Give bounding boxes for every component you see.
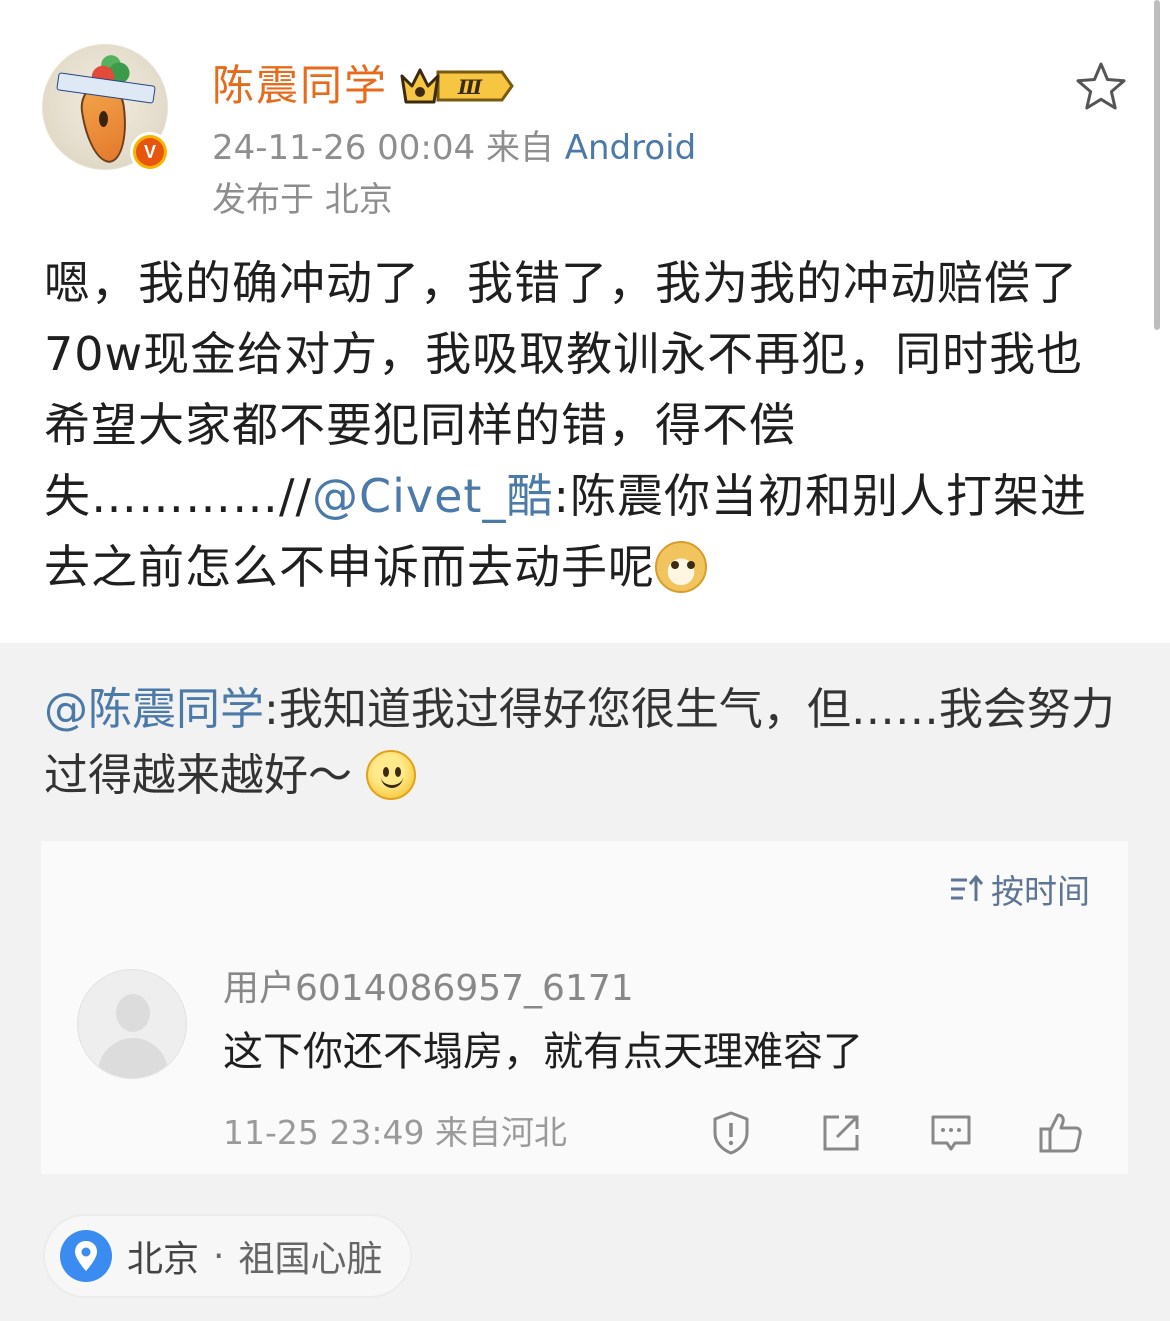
commenter-username[interactable]: 用户6014086957_6171	[223, 967, 634, 1011]
comment-text: 这下你还不塌房，就有点天理难容了	[223, 1029, 863, 1075]
sort-label: 按时间	[991, 872, 1090, 911]
report-shield-icon[interactable]	[707, 1109, 755, 1157]
post-meta: 24-11-26 00:04 来自 Android	[212, 126, 696, 170]
repost-section: @陈震同学:我知道我过得好您很生气，但……我会努力过得越来越好～ 按时间 用户6…	[0, 643, 1170, 1321]
post-source-link[interactable]: Android	[565, 128, 696, 168]
location-tag[interactable]: 北京 · 祖国心脏	[43, 1214, 413, 1298]
location-separator: ·	[213, 1235, 225, 1277]
scrollbar[interactable]	[1154, 0, 1160, 330]
smile-emoji-icon	[366, 750, 416, 800]
verified-badge-icon: V	[130, 132, 170, 172]
sort-icon	[951, 874, 984, 901]
repost-mention-link[interactable]: @陈震同学	[44, 684, 264, 735]
post-header: V 陈震同学 Ⅲ 24-11-26 00:04 来自 Android 发布于 北…	[0, 0, 1170, 235]
reply-comment-icon[interactable]	[927, 1109, 975, 1157]
comment-card: 按时间 用户6014086957_6171 这下你还不塌房，就有点天理难容了 1…	[41, 841, 1128, 1174]
location-pin-icon	[60, 1230, 112, 1282]
commenter-avatar[interactable]	[77, 969, 187, 1079]
post-timestamp: 24-11-26 00:04	[212, 128, 476, 168]
repost-text: @陈震同学:我知道我过得好您很生气，但……我会努力过得越来越好～	[44, 677, 1124, 809]
sort-by-time-button[interactable]: 按时间	[949, 867, 1090, 911]
post-body: 嗯，我的确冲动了，我错了，我为我的冲动赔偿了70w现金给对方，我吸取教训永不再犯…	[44, 248, 1124, 603]
level-badge-text: Ⅲ	[457, 75, 483, 99]
mention-link[interactable]: @Civet_酷	[312, 469, 553, 523]
location-city: 北京	[127, 1239, 200, 1280]
comment-meta: 11-25 23:49 来自河北	[223, 1113, 567, 1152]
post-published-location: 发布于 北京	[212, 180, 393, 220]
favorite-star-icon[interactable]	[1074, 60, 1128, 114]
post-from-label: 来自	[485, 128, 554, 168]
avatar-carrot-eye	[99, 111, 108, 127]
location-name: 祖国心脏	[238, 1239, 383, 1280]
doge-emoji-icon	[655, 541, 707, 593]
share-icon[interactable]	[817, 1109, 865, 1157]
author-username[interactable]: 陈震同学	[212, 58, 388, 114]
like-thumbs-up-icon[interactable]	[1037, 1109, 1085, 1157]
crown-level-badge-icon: Ⅲ	[400, 68, 514, 104]
